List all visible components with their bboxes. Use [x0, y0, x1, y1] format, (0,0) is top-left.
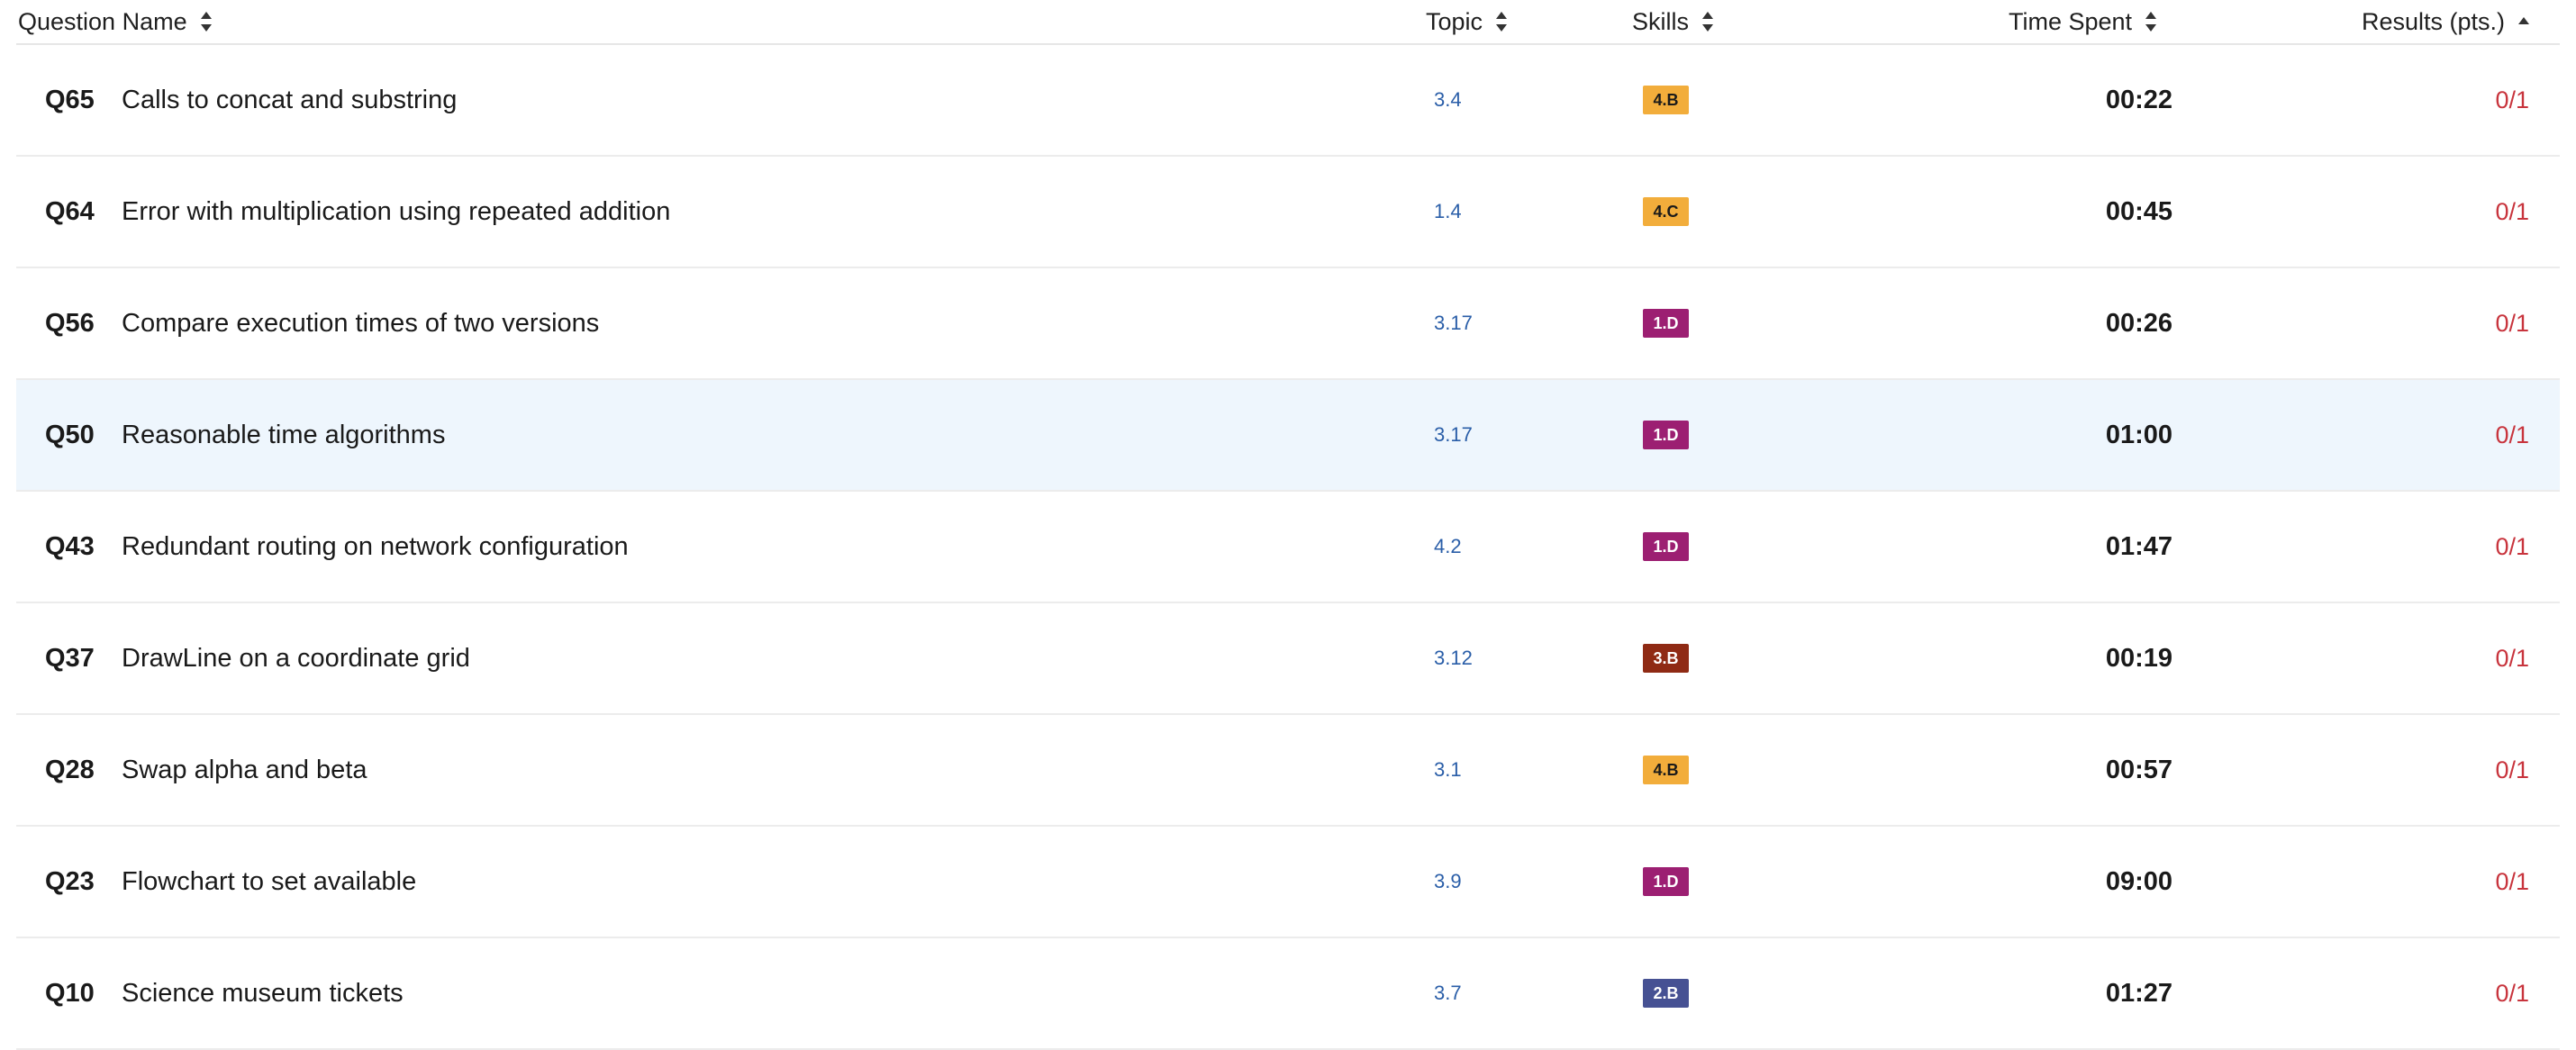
sort-skills-header[interactable]: Skills: [1632, 0, 1714, 43]
result-score: 0/1: [2495, 979, 2529, 1007]
header-time-spent-label: Time Spent: [2009, 7, 2133, 35]
topic-link[interactable]: 3.4: [1434, 45, 1462, 155]
question-number: Q50: [45, 420, 95, 449]
table-row[interactable]: Q64 Error with multiplication using repea…: [16, 157, 2560, 268]
question-number: Q10: [45, 978, 95, 1008]
question-name[interactable]: Swap alpha and beta: [122, 715, 367, 825]
question-number: Q43: [45, 531, 95, 561]
sort-question-name-header[interactable]: Question Name: [18, 0, 213, 43]
sort-updown-icon: [1702, 12, 1714, 32]
question-name[interactable]: Redundant routing on network configurati…: [122, 492, 629, 602]
skill-cell: 4.B: [1643, 45, 1689, 155]
topic-link[interactable]: 3.9: [1434, 827, 1462, 937]
sort-topic-header[interactable]: Topic: [1426, 0, 1508, 43]
skill-cell: 1.D: [1643, 492, 1689, 602]
result-score: 0/1: [2495, 867, 2529, 895]
result-score: 0/1: [2495, 644, 2529, 672]
header-topic-label: Topic: [1426, 7, 1483, 35]
table-row[interactable]: Q37 DrawLine on a coordinate grid 3.12 3.B 0…: [16, 603, 2560, 715]
skill-cell: 3.B: [1643, 603, 1689, 713]
skill-cell: 1.D: [1643, 268, 1689, 378]
time-spent: 01:47: [2105, 531, 2172, 561]
result-score: 0/1: [2495, 532, 2529, 560]
skill-badge: 4.B: [1643, 86, 1689, 114]
skill-cell: 4.C: [1643, 157, 1689, 267]
time-spent: 00:19: [2105, 643, 2172, 673]
question-number: Q37: [45, 643, 95, 673]
topic-link[interactable]: 3.17: [1434, 380, 1473, 490]
skill-badge: 3.B: [1643, 644, 1689, 673]
table-row[interactable]: Q43 Redundant routing on network configur…: [16, 492, 2560, 603]
result-score: 0/1: [2495, 86, 2529, 113]
skill-badge: 4.C: [1643, 197, 1689, 226]
result-score: 0/1: [2495, 309, 2529, 337]
question-number: Q64: [45, 196, 95, 226]
sort-updown-icon: [200, 12, 212, 32]
skill-badge: 2.B: [1643, 979, 1689, 1008]
question-number: Q23: [45, 866, 95, 896]
table-row[interactable]: Q50 Reasonable time algorithms 3.17 1.D 01:0…: [16, 380, 2560, 492]
time-spent: 09:00: [2105, 866, 2172, 896]
time-spent: 00:45: [2105, 196, 2172, 226]
table-row[interactable]: Q28 Swap alpha and beta 3.1 4.B 00:57 0/1: [16, 715, 2560, 827]
results-table: Question Name Topic Skills Time Spent Re…: [16, 0, 2560, 1050]
question-number: Q28: [45, 755, 95, 784]
sort-results-header[interactable]: Results (pts.): [2362, 0, 2530, 43]
result-score: 0/1: [2495, 421, 2529, 448]
header-question-name-label: Question Name: [18, 7, 187, 35]
table-row[interactable]: Q65 Calls to concat and substring 3.4 4.B 00…: [16, 45, 2560, 157]
topic-link[interactable]: 1.4: [1434, 157, 1462, 267]
result-score: 0/1: [2495, 756, 2529, 783]
time-spent: 00:22: [2105, 85, 2172, 114]
question-name[interactable]: Flowchart to set available: [122, 827, 416, 937]
topic-link[interactable]: 3.1: [1434, 715, 1462, 825]
skill-cell: 1.D: [1643, 827, 1689, 937]
topic-link[interactable]: 3.12: [1434, 603, 1473, 713]
question-name[interactable]: DrawLine on a coordinate grid: [122, 603, 470, 713]
sort-updown-icon: [1496, 12, 1508, 32]
time-spent: 01:27: [2105, 978, 2172, 1008]
time-spent: 01:00: [2105, 420, 2172, 449]
skill-cell: 1.D: [1643, 380, 1689, 490]
header-results-label: Results (pts.): [2362, 7, 2506, 35]
sort-updown-icon: [2145, 12, 2157, 32]
question-name[interactable]: Compare execution times of two versions: [122, 268, 599, 378]
skill-badge: 1.D: [1643, 867, 1689, 896]
question-name[interactable]: Error with multiplication using repeated…: [122, 157, 670, 267]
skill-badge: 1.D: [1643, 421, 1689, 449]
table-header: Question Name Topic Skills Time Spent Re…: [16, 0, 2560, 45]
skill-badge: 1.D: [1643, 532, 1689, 561]
sort-time-spent-header[interactable]: Time Spent: [2009, 0, 2157, 43]
skill-badge: 1.D: [1643, 309, 1689, 338]
question-number: Q56: [45, 308, 95, 338]
table-row[interactable]: Q23 Flowchart to set available 3.9 1.D 09:00…: [16, 827, 2560, 938]
question-number: Q65: [45, 85, 95, 114]
table-row[interactable]: Q10 Science museum tickets 3.7 2.B 01:27 0/1: [16, 938, 2560, 1050]
sort-ascending-icon: [2518, 17, 2530, 24]
topic-link[interactable]: 4.2: [1434, 492, 1462, 602]
table-body: Q65 Calls to concat and substring 3.4 4.B 00…: [16, 45, 2560, 1050]
table-row[interactable]: Q56 Compare execution times of two versio…: [16, 268, 2560, 380]
question-name[interactable]: Calls to concat and substring: [122, 45, 457, 155]
time-spent: 00:26: [2105, 308, 2172, 338]
question-name[interactable]: Reasonable time algorithms: [122, 380, 445, 490]
skill-cell: 2.B: [1643, 938, 1689, 1048]
skill-cell: 4.B: [1643, 715, 1689, 825]
time-spent: 00:57: [2105, 755, 2172, 784]
question-name[interactable]: Science museum tickets: [122, 938, 404, 1048]
skill-badge: 4.B: [1643, 756, 1689, 784]
topic-link[interactable]: 3.17: [1434, 268, 1473, 378]
topic-link[interactable]: 3.7: [1434, 938, 1462, 1048]
result-score: 0/1: [2495, 197, 2529, 225]
header-skills-label: Skills: [1632, 7, 1690, 35]
